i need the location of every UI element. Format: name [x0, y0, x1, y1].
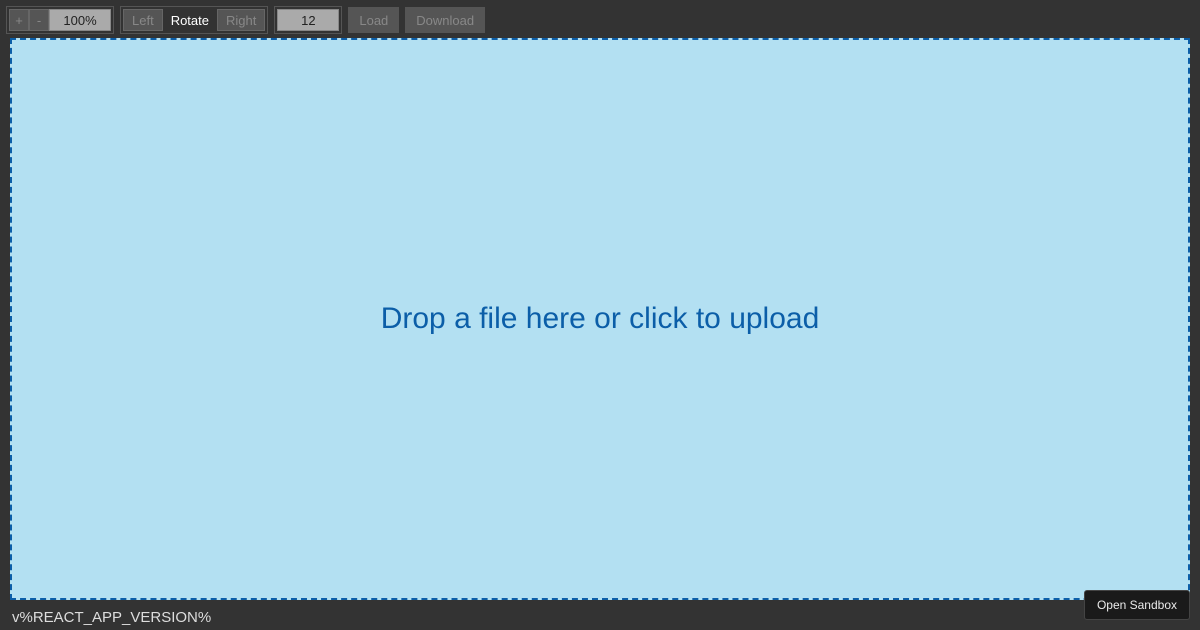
toolbar: + - Left Rotate Right Load Download — [0, 0, 1200, 40]
zoom-in-button[interactable]: + — [9, 9, 29, 31]
rotate-label: Rotate — [163, 9, 217, 31]
page-group — [274, 6, 342, 34]
zoom-group: + - — [6, 6, 114, 34]
zoom-out-button[interactable]: - — [29, 9, 49, 31]
download-button[interactable]: Download — [405, 7, 485, 33]
dropzone-text: Drop a file here or click to upload — [381, 302, 820, 336]
file-dropzone[interactable]: Drop a file here or click to upload — [10, 38, 1190, 600]
rotate-left-button[interactable]: Left — [123, 9, 163, 31]
rotate-right-button[interactable]: Right — [217, 9, 265, 31]
page-input[interactable] — [277, 9, 339, 31]
zoom-input[interactable] — [49, 9, 111, 31]
load-button[interactable]: Load — [348, 7, 399, 33]
open-sandbox-button[interactable]: Open Sandbox — [1084, 590, 1190, 620]
rotate-group: Left Rotate Right — [120, 6, 268, 34]
version-footer: v%REACT_APP_VERSION% — [12, 609, 211, 626]
